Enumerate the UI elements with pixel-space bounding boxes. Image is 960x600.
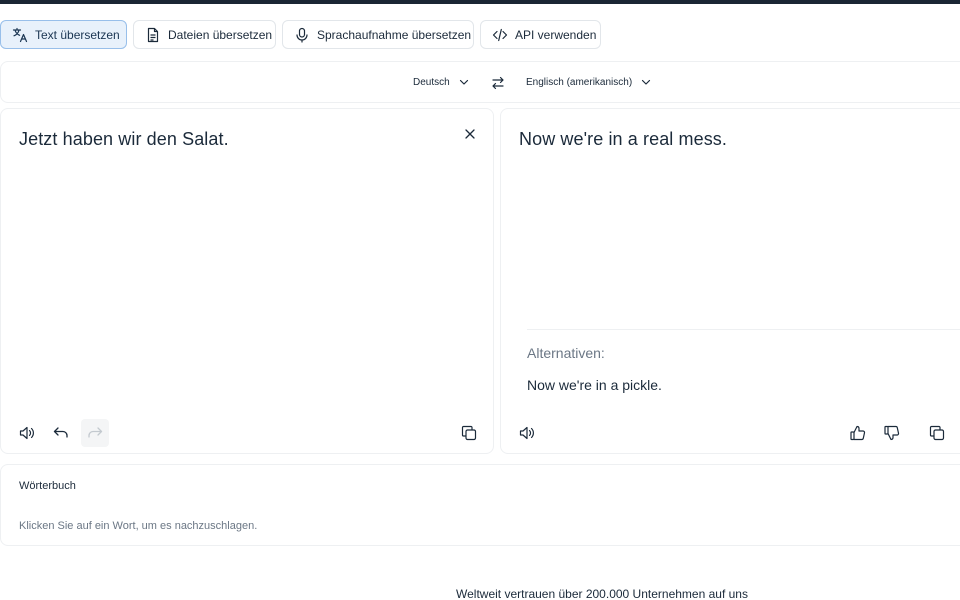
tab-label: API verwenden: [515, 27, 597, 42]
language-bar: Deutsch Englisch (amerikanisch): [0, 61, 960, 103]
alternatives-label: Alternativen:: [527, 345, 605, 361]
copy-translation-button[interactable]: [925, 421, 949, 445]
tab-text-translate[interactable]: Text übersetzen: [0, 20, 127, 49]
dictionary-title: Wörterbuch: [19, 480, 76, 492]
dictionary-panel: Wörterbuch Klicken Sie auf ein Wort, um …: [0, 464, 960, 546]
thumbs-down-icon: [884, 425, 900, 441]
top-bar: [0, 0, 960, 4]
tab-voice-translate[interactable]: Sprachaufnahme übersetzen: [282, 20, 474, 49]
redo-button[interactable]: [81, 419, 109, 447]
mode-tabs: Text übersetzen Dateien übersetzen Sprac…: [0, 20, 607, 50]
dictionary-hint: Klicken Sie auf ein Wort, um es nachzusc…: [19, 520, 258, 532]
close-icon[interactable]: [463, 127, 477, 141]
copy-icon: [929, 425, 945, 441]
undo-icon: [53, 427, 68, 438]
swap-languages-icon[interactable]: [490, 75, 506, 91]
code-icon: [492, 28, 508, 41]
translation-output[interactable]: Now we're in a real mess.: [519, 129, 727, 150]
source-language-label: Deutsch: [413, 76, 450, 88]
tab-api[interactable]: API verwenden: [480, 20, 601, 49]
listen-source-button[interactable]: [15, 421, 39, 445]
redo-icon: [88, 427, 103, 438]
copy-source-button[interactable]: [457, 421, 481, 445]
microphone-icon: [296, 27, 308, 43]
copy-icon: [461, 425, 477, 441]
tab-label: Text übersetzen: [35, 27, 120, 42]
divider: [527, 329, 960, 330]
target-language-select[interactable]: Englisch (amerikanisch): [526, 62, 652, 102]
undo-button[interactable]: [49, 421, 73, 445]
tab-label: Dateien übersetzen: [168, 27, 273, 42]
tab-label: Sprachaufnahme übersetzen: [317, 27, 472, 42]
source-text-panel[interactable]: Jetzt haben wir den Salat.: [0, 108, 494, 454]
document-icon: [147, 27, 159, 42]
thumbs-up-button[interactable]: [846, 421, 870, 445]
thumbs-down-button[interactable]: [880, 421, 904, 445]
listen-translation-button[interactable]: [515, 421, 539, 445]
trust-statement: Weltweit vertrauen über 200.000 Unterneh…: [456, 587, 748, 600]
tab-file-translate[interactable]: Dateien übersetzen: [133, 20, 276, 49]
translate-icon: [12, 27, 28, 42]
source-language-select[interactable]: Deutsch: [413, 62, 470, 102]
chevron-down-icon: [459, 79, 468, 85]
speaker-icon: [19, 426, 34, 440]
thumbs-up-icon: [850, 425, 866, 441]
chevron-down-icon: [642, 79, 651, 85]
target-language-label: Englisch (amerikanisch): [526, 76, 633, 88]
target-text-panel: Now we're in a real mess. Alternativen: …: [500, 108, 960, 454]
alternative-item[interactable]: Now we're in a pickle.: [527, 377, 662, 393]
source-text-input[interactable]: Jetzt haben wir den Salat.: [19, 129, 229, 150]
speaker-icon: [519, 426, 534, 440]
